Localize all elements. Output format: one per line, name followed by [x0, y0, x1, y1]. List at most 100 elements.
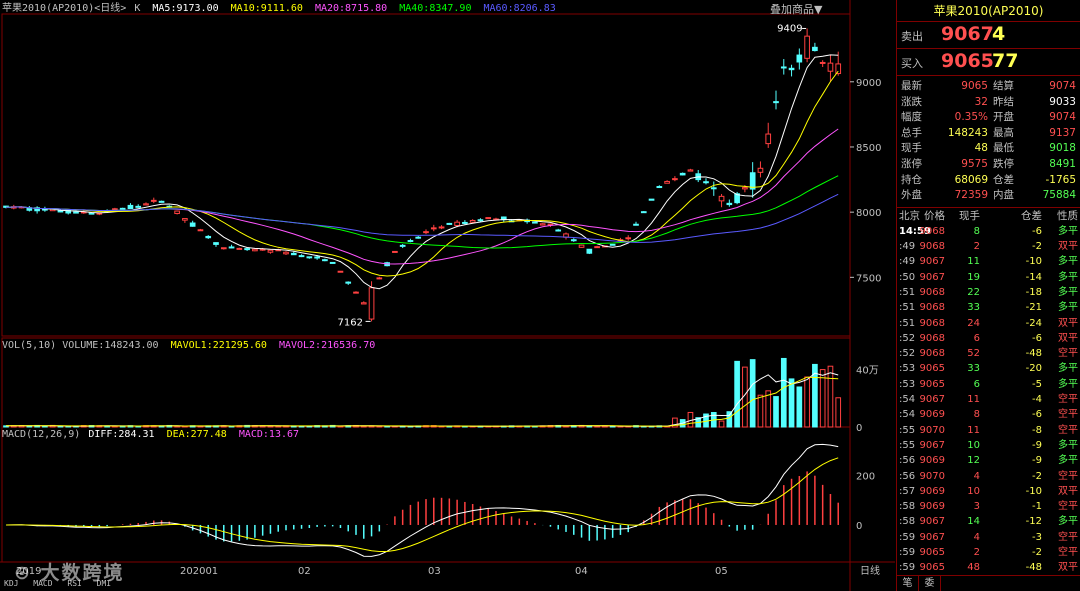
- tick-price: 9068: [919, 348, 945, 360]
- tick-row[interactable]: :49 9067 11 -10 多平: [897, 254, 1080, 269]
- candle-body: [119, 207, 126, 210]
- macd-panel-frame: [1, 426, 851, 563]
- candle-body: [376, 277, 383, 280]
- candle-body: [220, 247, 227, 250]
- candle-body: [819, 61, 826, 64]
- tick-row[interactable]: :55 9067 10 -9 多平: [897, 438, 1080, 453]
- sell-label: 卖出: [901, 30, 923, 43]
- price-header: 苹果2010(AP2010)<日线> K MA5:9173.00 MA10:91…: [2, 2, 562, 16]
- ma10-label: MA10:9111.60: [230, 3, 303, 14]
- tick-row[interactable]: 14:59 9068 8 -6 多平: [897, 224, 1080, 239]
- tick-row[interactable]: :58 9069 3 -1 空平: [897, 499, 1080, 514]
- tick-volume: 2: [973, 241, 980, 253]
- tick-nature: 双平: [1058, 485, 1078, 497]
- tick-row[interactable]: :55 9070 11 -8 空平: [897, 423, 1080, 438]
- tick-row[interactable]: :53 9065 33 -20 多平: [897, 361, 1080, 376]
- stats-row: 外盘 72359 内盘 75884: [897, 188, 1080, 204]
- candle-body: [143, 203, 149, 206]
- tick-volume: 33: [967, 302, 980, 314]
- candle-body: [112, 208, 118, 211]
- tick-volume: 14: [967, 516, 980, 528]
- tick-row[interactable]: :52 9068 6 -6 双平: [897, 331, 1080, 346]
- tick-row[interactable]: :54 9067 11 -4 空平: [897, 392, 1080, 407]
- candle-body: [570, 239, 577, 242]
- watermark-logo-icon: ⊙: [14, 562, 41, 584]
- k-label: K: [134, 3, 141, 14]
- candle-body: [244, 248, 250, 251]
- tick-row[interactable]: :54 9069 8 -6 空平: [897, 407, 1080, 422]
- buy-row[interactable]: 买入 9065 77: [897, 49, 1080, 75]
- tick-row[interactable]: :51 9068 22 -18 多平: [897, 285, 1080, 300]
- price-axis-label: 7500: [856, 273, 881, 284]
- tick-oi-change: -6: [1032, 332, 1042, 344]
- stat-label: 外盘: [901, 189, 922, 202]
- tick-price: 9067: [919, 271, 945, 283]
- tick-price: 9065: [919, 378, 945, 390]
- tick-volume: 33: [967, 363, 980, 375]
- stats-table: 最新 9065 结算 9074 涨跌 32 昨结 9033 幅度 0.35% 开盘 9074 总手 148…: [897, 76, 1080, 204]
- tick-volume: 2: [973, 546, 980, 558]
- low-annotation: 7162: [338, 317, 363, 328]
- candle-body: [314, 256, 320, 259]
- tick-price: 9068: [919, 332, 945, 344]
- tick-time: :51: [899, 302, 916, 314]
- candle-body: [718, 195, 725, 202]
- tick-oi-change: -4: [1032, 394, 1042, 406]
- ticks-list[interactable]: 14:59 9068 8 -6 多平:49 9068 2 -2 双平:49 9067 11 -10 多平…: [897, 224, 1080, 576]
- tick-time: :58: [899, 516, 916, 528]
- candle-body: [158, 200, 165, 203]
- buy-qty: 77: [992, 50, 1019, 72]
- tick-volume: 6: [973, 332, 980, 344]
- tick-row[interactable]: :51 9068 33 -21 多平: [897, 300, 1080, 315]
- tick-oi-change: -48: [1025, 348, 1042, 360]
- tick-volume: 52: [967, 348, 980, 360]
- tick-row[interactable]: :56 9069 12 -9 多平: [897, 453, 1080, 468]
- volume-bar: [749, 359, 756, 428]
- tick-oi-change: -20: [1025, 363, 1042, 375]
- tab-orders[interactable]: 委: [919, 576, 941, 591]
- tick-nature: 多平: [1058, 439, 1078, 451]
- tick-price: 9070: [919, 470, 945, 482]
- overlay-commodity-button[interactable]: 叠加商品▼: [770, 1, 822, 17]
- stat-label: 开盘: [993, 111, 1014, 124]
- candle-body: [135, 205, 142, 208]
- tick-price: 9067: [919, 394, 945, 406]
- sell-price: 9067: [941, 23, 994, 45]
- tick-row[interactable]: :59 9067 4 -3 空平: [897, 530, 1080, 545]
- tick-row[interactable]: :51 9068 24 -24 双平: [897, 316, 1080, 331]
- diff-line: [5, 443, 839, 557]
- tick-nature: 空平: [1058, 531, 1078, 543]
- tick-nature: 空平: [1058, 546, 1078, 558]
- stat-value: 9137: [1049, 126, 1076, 139]
- candle-body: [228, 246, 235, 249]
- tick-row[interactable]: :59 9065 2 -2 空平: [897, 545, 1080, 560]
- kline-chart[interactable]: 90008500800075009409716240万020002019 2020…: [0, 0, 895, 591]
- sell-row[interactable]: 卖出 9067 4: [897, 22, 1080, 48]
- tick-row[interactable]: :59 9065 48 -48 双平: [897, 560, 1080, 575]
- candle-body: [392, 250, 398, 253]
- tick-volume: 48: [967, 562, 980, 574]
- candle-body: [150, 199, 157, 202]
- tick-row[interactable]: :56 9070 4 -2 空平: [897, 469, 1080, 484]
- chart-area[interactable]: 9000 8500 8000 7500 9409 7162 40万 0 200 0 2019 2020…: [0, 0, 895, 591]
- candle-body: [812, 46, 818, 52]
- candle-body: [679, 172, 686, 176]
- tab-trades[interactable]: 笔: [897, 576, 919, 591]
- tick-time: :59: [899, 562, 916, 574]
- tick-row[interactable]: :53 9065 6 -5 多平: [897, 377, 1080, 392]
- buy-price: 9065: [941, 50, 994, 72]
- tick-price: 9068: [919, 302, 945, 314]
- bottom-tabs: 笔委: [897, 575, 1080, 591]
- volume-bar: [275, 425, 282, 428]
- tick-row[interactable]: :58 9067 14 -12 多平: [897, 514, 1080, 529]
- stats-row: 幅度 0.35% 开盘 9074: [897, 110, 1080, 126]
- tick-row[interactable]: :49 9068 2 -2 双平: [897, 239, 1080, 254]
- candle-body: [446, 222, 453, 225]
- tick-nature: 空平: [1058, 348, 1078, 360]
- tick-row[interactable]: :52 9068 52 -48 空平: [897, 346, 1080, 361]
- tick-volume: 22: [967, 286, 980, 298]
- tick-oi-change: -14: [1025, 271, 1042, 283]
- tick-row[interactable]: :57 9069 10 -10 双平: [897, 484, 1080, 499]
- tick-row[interactable]: :50 9067 19 -14 多平: [897, 270, 1080, 285]
- tick-time: :55: [899, 424, 916, 436]
